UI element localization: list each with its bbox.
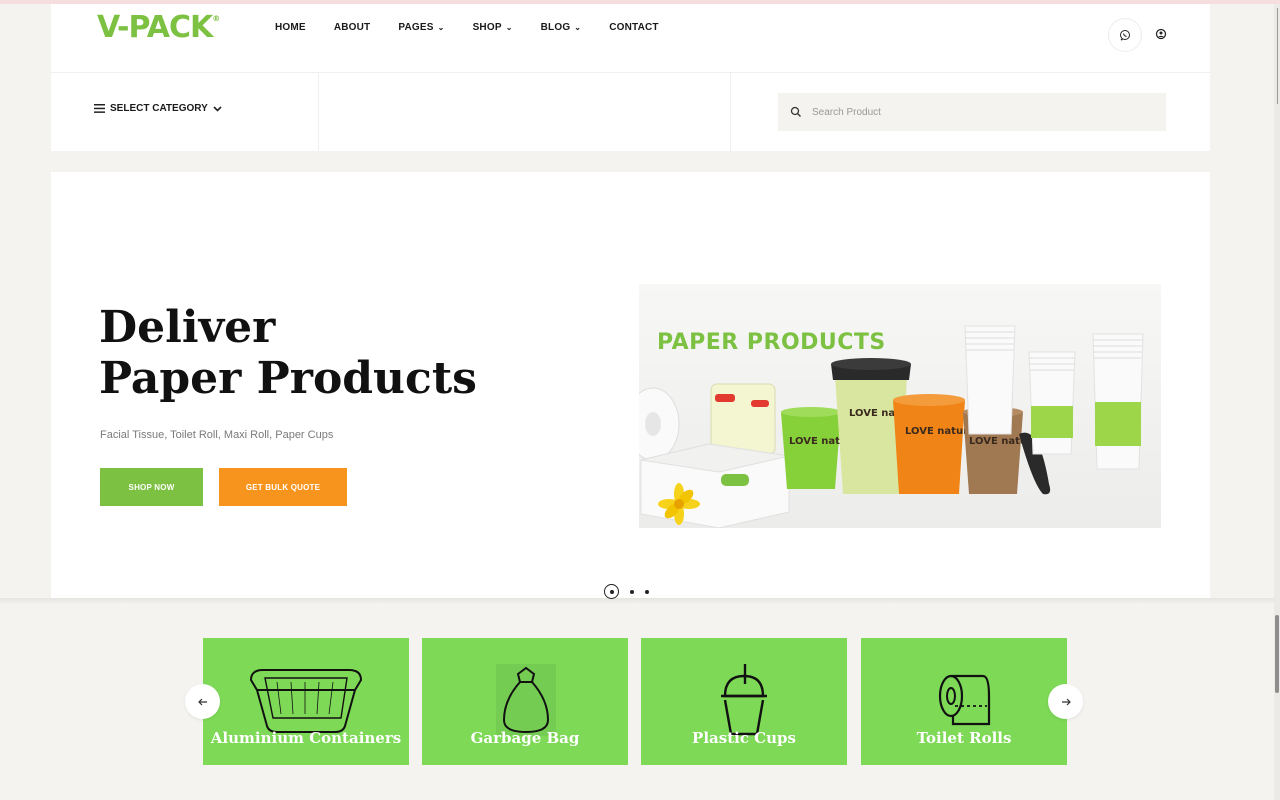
slider-pagination bbox=[604, 584, 649, 599]
user-icon bbox=[1155, 28, 1167, 40]
category-prev-button[interactable] bbox=[185, 684, 220, 719]
slider-dot-3[interactable] bbox=[645, 589, 649, 594]
search-input[interactable] bbox=[812, 106, 1132, 118]
search-bar bbox=[778, 93, 1166, 131]
hero-slider: Deliver Paper Products Facial Tissue, To… bbox=[51, 172, 1210, 598]
chevron-down-icon bbox=[213, 105, 222, 112]
header-vertical-divider bbox=[318, 73, 319, 151]
nav-label: SHOP bbox=[472, 22, 502, 33]
select-category-dropdown[interactable]: SELECT CATEGORY bbox=[94, 103, 222, 114]
slider-dot-1[interactable] bbox=[604, 584, 619, 599]
nav-label: BLOG bbox=[540, 22, 571, 33]
whatsapp-icon bbox=[1120, 30, 1130, 41]
menu-icon bbox=[94, 104, 105, 113]
hero-product-image: LOVE nature LOVE nature LOVE nature LOVE… bbox=[639, 284, 1161, 528]
account-button[interactable] bbox=[1155, 28, 1167, 43]
nav-pages[interactable]: PAGES ⌄ bbox=[398, 22, 444, 33]
get-bulk-quote-button[interactable]: GET BULK QUOTE bbox=[219, 468, 347, 506]
hero-title: Deliver Paper Products bbox=[99, 302, 477, 404]
toilet-roll-icon bbox=[938, 674, 991, 726]
category-card-garbage-bag[interactable]: Garbage Bag bbox=[422, 638, 628, 765]
arrow-right-icon bbox=[1061, 698, 1071, 705]
scrollbar-thumb[interactable] bbox=[1275, 615, 1279, 693]
nav-label: CONTACT bbox=[609, 22, 659, 33]
nav-home[interactable]: HOME bbox=[275, 22, 306, 33]
chevron-down-icon: ⌄ bbox=[437, 23, 445, 32]
hero-title-line1: Deliver bbox=[99, 302, 276, 353]
category-next-button[interactable] bbox=[1048, 684, 1083, 719]
logo-trademark: ® bbox=[212, 14, 220, 23]
nav-label: ABOUT bbox=[333, 22, 371, 33]
category-card-plastic-cups[interactable]: Plastic Cups bbox=[641, 638, 847, 765]
nav-about[interactable]: ABOUT bbox=[334, 22, 371, 33]
slider-dot-2[interactable] bbox=[630, 589, 634, 594]
site-logo[interactable]: V-PACK® bbox=[97, 10, 220, 45]
nav-blog[interactable]: BLOG ⌄ bbox=[541, 22, 582, 33]
chevron-down-icon: ⌄ bbox=[574, 23, 582, 32]
nav-label: HOME bbox=[275, 22, 306, 33]
category-card-aluminium-containers[interactable]: Aluminium Containers bbox=[203, 638, 409, 765]
hero-subtitle: Facial Tissue, Toilet Roll, Maxi Roll, P… bbox=[100, 429, 334, 441]
scrollbar-track-line bbox=[1277, 8, 1278, 104]
nav-label: PAGES bbox=[398, 22, 434, 33]
category-label: Garbage Bag bbox=[470, 729, 580, 747]
plastic-cup-icon bbox=[721, 664, 767, 736]
select-category-label: SELECT CATEGORY bbox=[110, 103, 208, 114]
whatsapp-button[interactable] bbox=[1108, 18, 1142, 52]
search-icon[interactable] bbox=[790, 106, 802, 118]
garbage-bag-icon bbox=[496, 664, 556, 736]
main-nav: HOME ABOUT PAGES ⌄ SHOP ⌄ BLOG ⌄ CONTACT bbox=[275, 22, 687, 33]
hero-title-line2: Paper Products bbox=[99, 353, 477, 404]
logo-text: V-PACK bbox=[97, 10, 213, 45]
category-label: Aluminium Containers bbox=[210, 729, 402, 747]
shop-now-button[interactable]: SHOP NOW bbox=[100, 468, 203, 506]
container-tray-icon bbox=[249, 669, 363, 733]
category-label: Toilet Rolls bbox=[916, 729, 1012, 747]
nav-contact[interactable]: CONTACT bbox=[609, 22, 659, 33]
category-card-toilet-rolls[interactable]: Toilet Rolls bbox=[861, 638, 1067, 765]
header-divider bbox=[51, 72, 1210, 73]
header-vertical-divider bbox=[730, 73, 731, 151]
arrow-left-icon bbox=[197, 698, 207, 705]
hero-image-label: PAPER PRODUCTS bbox=[657, 330, 886, 355]
nav-shop[interactable]: SHOP ⌄ bbox=[473, 22, 513, 33]
chevron-down-icon: ⌄ bbox=[505, 23, 513, 32]
paper-products-illustration: LOVE nature LOVE nature LOVE nature LOVE… bbox=[639, 325, 1144, 528]
category-label: Plastic Cups bbox=[692, 729, 796, 747]
